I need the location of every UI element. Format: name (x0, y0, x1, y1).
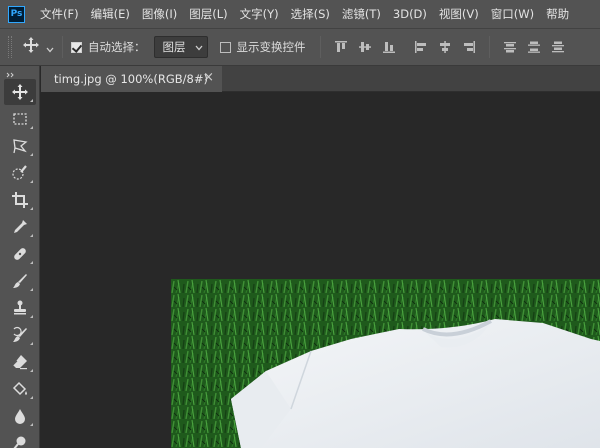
menu-filter[interactable]: 滤镜(T) (336, 6, 387, 22)
chevron-down-icon (46, 38, 54, 57)
options-bar: 自动选择： 图层 显示变换控件 (0, 28, 600, 66)
menu-view[interactable]: 视图(V) (433, 6, 485, 22)
stamp-icon (14, 300, 26, 315)
move-icon (22, 36, 40, 58)
paint-bucket-icon (12, 381, 27, 396)
align-horizontal-center-icon (439, 41, 450, 53)
brush-icon (13, 274, 27, 288)
distribute-vertical-center-icon (527, 41, 540, 53)
align-buttons (329, 35, 481, 59)
align-right-button[interactable] (457, 35, 481, 59)
distribute-top-button[interactable] (498, 35, 522, 59)
history-brush-tool-button[interactable] (4, 322, 36, 348)
auto-select-label: 自动选择： (88, 40, 146, 54)
eraser-tool-button[interactable] (4, 349, 36, 375)
document-tab-title: timg.jpg @ 100%(RGB/8#) (54, 72, 208, 86)
menu-image[interactable]: 图像(I) (136, 6, 183, 22)
distribute-vertical-center-button[interactable] (522, 35, 546, 59)
dodge-tool-button[interactable] (4, 430, 36, 448)
eraser-icon (12, 355, 27, 370)
bandage-icon (14, 248, 26, 260)
quick-select-tool-button[interactable] (4, 160, 36, 186)
align-bottom-icon (382, 42, 395, 53)
photoshop-logo[interactable]: Ps (8, 5, 25, 23)
align-top-icon (334, 41, 347, 52)
distribute-bottom-icon (551, 41, 564, 53)
show-transform-checkbox[interactable] (219, 41, 231, 53)
document-tab[interactable]: timg.jpg @ 100%(RGB/8#) × (41, 66, 222, 92)
lasso-tool-button[interactable] (4, 133, 36, 159)
menu-help[interactable]: 帮助 (540, 6, 575, 22)
dodge-icon (13, 436, 26, 448)
drop-icon (15, 409, 25, 424)
marquee-icon (13, 113, 27, 125)
align-horizontal-center-button[interactable] (433, 35, 457, 59)
menu-layer[interactable]: 图层(L) (183, 6, 233, 22)
align-top-button[interactable] (329, 35, 353, 59)
menu-select[interactable]: 选择(S) (285, 6, 336, 22)
menu-3d[interactable]: 3D(D) (387, 7, 433, 21)
distribute-top-icon (503, 42, 516, 53)
show-transform-label: 显示变换控件 (236, 40, 306, 54)
marquee-tool-button[interactable] (4, 106, 36, 132)
menu-edit[interactable]: 编辑(E) (85, 6, 136, 22)
tshirt-on-grass-image (171, 279, 600, 448)
polygonal-lasso-icon (13, 139, 28, 154)
distribute-bottom-button[interactable] (546, 35, 570, 59)
distribute-buttons (498, 35, 570, 59)
paint-bucket-tool-button[interactable] (4, 376, 36, 402)
auto-select-checkbox[interactable] (71, 41, 82, 53)
document-tab-strip: timg.jpg @ 100%(RGB/8#) × (41, 66, 600, 92)
eyedropper-icon (14, 220, 27, 233)
clone-stamp-tool-button[interactable] (4, 295, 36, 321)
auto-select-target-value: 图层 (162, 40, 186, 54)
align-right-icon (463, 41, 475, 53)
history-brush-icon (13, 326, 27, 342)
document-image[interactable] (171, 279, 600, 448)
tools-panel (0, 66, 40, 448)
menu-file[interactable]: 文件(F) (34, 6, 85, 22)
auto-select-target-dropdown[interactable]: 图层 (153, 36, 208, 58)
menu-bar: Ps 文件(F) 编辑(E) 图像(I) 图层(L) 文字(Y) 选择(S) 滤… (0, 0, 600, 28)
divider (319, 36, 321, 58)
align-bottom-button[interactable] (377, 35, 401, 59)
quick-select-icon (12, 165, 27, 180)
brush-tool-button[interactable] (4, 268, 36, 294)
menu-type[interactable]: 文字(Y) (234, 6, 285, 22)
move-tool-button[interactable] (4, 79, 36, 105)
divider (62, 36, 63, 58)
menu-window[interactable]: 窗口(W) (485, 6, 540, 22)
divider (488, 36, 490, 58)
healing-brush-tool-button[interactable] (4, 241, 36, 267)
eyedropper-tool-button[interactable] (4, 214, 36, 240)
chevron-down-icon (195, 40, 203, 54)
align-vertical-center-button[interactable] (353, 35, 377, 59)
align-left-icon (414, 41, 426, 53)
close-icon[interactable]: × (203, 70, 214, 85)
align-left-button[interactable] (409, 35, 433, 59)
blur-tool-button[interactable] (4, 403, 36, 429)
move-icon (12, 84, 28, 100)
crop-icon (12, 192, 28, 208)
tools-panel-collapse[interactable] (0, 66, 39, 78)
crop-tool-button[interactable] (4, 187, 36, 213)
align-vertical-center-icon (358, 42, 371, 52)
canvas-area[interactable] (41, 92, 600, 448)
tool-preset-picker[interactable] (22, 36, 54, 58)
options-bar-grip[interactable] (8, 36, 12, 58)
